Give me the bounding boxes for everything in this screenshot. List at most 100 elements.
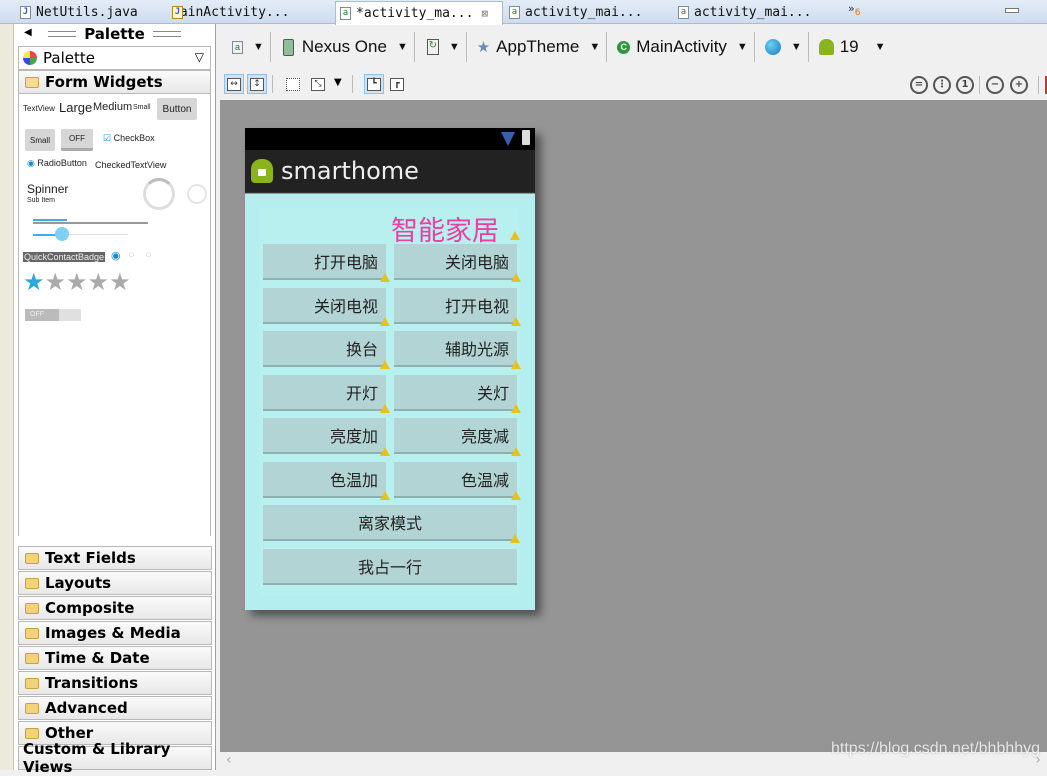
category-transitions[interactable]: Transitions [18, 671, 212, 695]
device-button[interactable]: 辅助光源 [394, 331, 517, 367]
zoom-real-size-icon[interactable]: ⋮ [933, 76, 951, 94]
tab-overflow-button[interactable]: »6 [848, 2, 860, 18]
api-level-selector[interactable]: 19 ▼ [809, 32, 892, 62]
category-custom-library-views[interactable]: Custom & Library Views [18, 740, 212, 776]
category-form-widgets[interactable]: Form Widgets [18, 70, 211, 94]
widget-large-text[interactable]: Large [59, 100, 92, 115]
device-button[interactable]: 换台 [263, 331, 386, 367]
change-layout-button[interactable]: ┏ [387, 74, 407, 94]
warning-icon[interactable] [511, 447, 521, 456]
zoom-in-icon[interactable]: + [1010, 76, 1028, 94]
fill-height-button[interactable]: ↕ [247, 74, 267, 94]
zoom-out-icon[interactable]: − [986, 76, 1004, 94]
device-button[interactable]: 亮度减 [394, 418, 517, 454]
warning-icon[interactable] [380, 490, 390, 500]
widget-spinner[interactable]: Spinner [27, 182, 68, 196]
device-button-full-width[interactable]: 我占一行 [263, 548, 517, 585]
warning-icon[interactable] [380, 316, 390, 326]
drag-grip-icon[interactable] [48, 31, 77, 37]
warning-icon[interactable] [510, 534, 520, 543]
category-layouts[interactable]: Layouts [18, 571, 212, 595]
tab-netutils[interactable]: J NetUtils.java [16, 1, 138, 23]
minimize-button[interactable] [1005, 8, 1019, 13]
palette-selector[interactable]: Palette ▽ [18, 46, 211, 70]
category-composite[interactable]: Composite [18, 596, 212, 620]
category-time-date[interactable]: Time & Date [18, 646, 212, 670]
device-button[interactable]: 关闭电视 [263, 287, 386, 324]
warning-icon[interactable] [380, 360, 390, 369]
fill-height-icon: ↕ [250, 77, 264, 91]
widget-radiobutton[interactable]: ◉ RadioButton [27, 158, 87, 169]
zoom-100-icon[interactable]: 1 [956, 76, 974, 94]
warning-icon[interactable] [380, 403, 390, 413]
theme-selector[interactable]: ★ AppTheme ▼ [467, 32, 608, 62]
widget-progress-horizontal[interactable] [33, 219, 148, 224]
close-tab-icon[interactable]: ⊠ [481, 7, 488, 20]
show-outline-button[interactable]: ┗ [364, 74, 384, 94]
margins-button[interactable] [283, 74, 303, 94]
layout-root[interactable]: 智能家居 打开电脑 关闭电脑 关闭电视 打开电视 换台 辅助光源 开灯 关灯 亮度加 亮度减 色温加… [245, 194, 535, 610]
widget-button[interactable]: Button [157, 98, 197, 120]
xml-layout-file-icon: a [232, 40, 243, 54]
category-text-fields[interactable]: Text Fields [18, 546, 212, 570]
config-chooser-button[interactable]: a ▼ [216, 32, 271, 62]
tab-mainactivity[interactable]: J MainActivity... [168, 1, 289, 23]
android-icon [818, 39, 834, 55]
widget-checked-textview[interactable]: CheckedTextView [95, 160, 166, 170]
widget-toggle-button[interactable]: OFF [61, 129, 93, 151]
warning-icon[interactable] [510, 231, 520, 240]
warning-icon[interactable] [380, 273, 390, 282]
widget-switch[interactable]: OFF [25, 309, 81, 321]
widget-small-text[interactable]: Small [133, 104, 151, 111]
scroll-left-icon[interactable]: ‹ [226, 752, 232, 768]
category-advanced[interactable]: Advanced [18, 696, 212, 720]
distribute-button[interactable]: ⤡ [308, 74, 328, 94]
tab-activity-main-2[interactable]: a activity_mai... [505, 1, 642, 23]
dropdown-arrow-icon: ▽ [194, 50, 204, 64]
radio-checked-icon[interactable]: ◉ [111, 249, 121, 262]
dropdown-arrow-icon[interactable]: ▼ [334, 77, 342, 88]
category-images-media[interactable]: Images & Media [18, 621, 212, 645]
tab-activity-main-3[interactable]: a activity_mai... [674, 1, 811, 23]
seekbar-thumb[interactable] [55, 227, 69, 241]
device-button[interactable]: 关灯 [394, 374, 517, 411]
widget-quick-contact-badge[interactable]: QuickContactBadge [23, 252, 106, 262]
radio-unchecked-icon[interactable]: ○ [128, 249, 135, 261]
widget-small-button[interactable]: Small [25, 129, 55, 151]
widget-checkbox[interactable]: ☑ CheckBox [103, 133, 155, 144]
device-button[interactable]: 色温加 [263, 461, 386, 498]
widget-rating-bar[interactable]: ★★★★★ [23, 268, 131, 297]
widget-spinner-subitem: Sub Item [27, 197, 56, 204]
radio-unchecked-icon[interactable]: ○ [145, 249, 152, 261]
widget-progress-large[interactable] [143, 178, 175, 210]
widget-textview[interactable]: TextView [23, 104, 55, 113]
device-button[interactable]: 关闭电脑 [394, 244, 517, 280]
fill-width-button[interactable]: ↔ [224, 74, 244, 94]
warning-icon[interactable] [511, 316, 521, 326]
device-button[interactable]: 色温减 [394, 461, 517, 498]
warning-icon[interactable] [511, 490, 521, 500]
warning-icon[interactable] [511, 360, 521, 369]
device-selector[interactable]: Nexus One ▼ [271, 32, 415, 62]
heading-text[interactable]: 智能家居 [391, 209, 499, 248]
warning-icon[interactable] [511, 403, 521, 413]
tab-activity-main-active[interactable]: a *activity_ma... ⊠ [335, 1, 503, 25]
collapse-arrow-icon[interactable]: ◀ [24, 27, 32, 38]
drag-grip-icon[interactable] [152, 31, 181, 37]
orientation-selector[interactable]: ↻ ▼ [415, 32, 467, 62]
locale-selector[interactable]: ▼ [755, 32, 809, 62]
activity-selector[interactable]: C MainActivity ▼ [607, 32, 755, 62]
dropdown-arrow-icon: ▼ [874, 41, 886, 53]
zoom-fit-icon[interactable]: = [910, 76, 928, 94]
device-button[interactable]: 亮度加 [263, 418, 386, 454]
warning-icon[interactable] [380, 447, 390, 456]
widget-medium-text[interactable]: Medium [93, 101, 132, 113]
widget-seekbar[interactable] [33, 227, 128, 241]
device-button[interactable]: 打开电脑 [263, 244, 386, 280]
device-button[interactable]: 打开电视 [394, 287, 517, 324]
warning-icon[interactable] [511, 273, 521, 282]
widget-progress-small[interactable] [187, 184, 207, 204]
device-button[interactable]: 开灯 [263, 374, 386, 411]
device-button-full-width[interactable]: 离家模式 [263, 505, 517, 541]
layout-container[interactable]: 智能家居 打开电脑 关闭电脑 关闭电视 打开电视 换台 辅助光源 开灯 关灯 亮度加 亮度减 色温加… [259, 208, 521, 596]
